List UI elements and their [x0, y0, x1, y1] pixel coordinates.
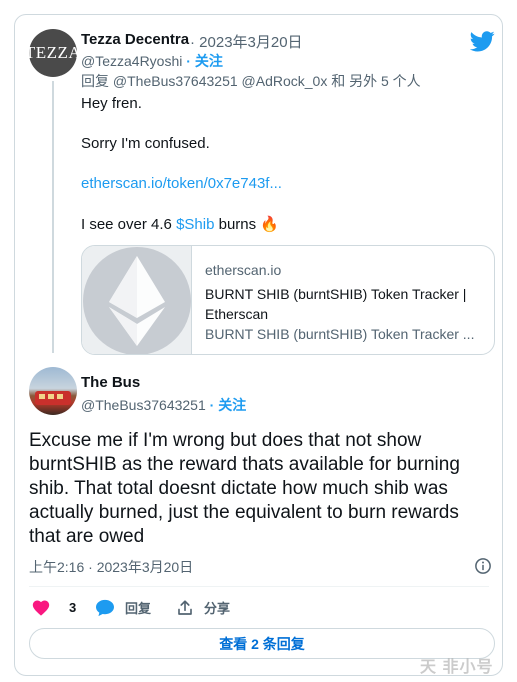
tezza-text-greeting: Hey fren.	[81, 95, 142, 112]
info-icon[interactable]	[474, 557, 492, 575]
twitter-bird-icon[interactable]	[470, 31, 495, 52]
burns-suffix: burns	[214, 216, 257, 233]
thread-connector-line	[52, 81, 54, 353]
main-tweet-text: Excuse me if I'm wrong but does that not…	[29, 430, 460, 547]
ethereum-logo-icon	[82, 247, 191, 354]
link-preview-description: BURNT SHIB (burntSHIB) Token Tracker ...	[205, 326, 475, 342]
link-preview-image	[82, 246, 192, 354]
actions-divider	[29, 586, 489, 587]
thebus-handle[interactable]: @TheBus37643251	[81, 397, 206, 413]
shib-cashtag-link[interactable]: $Shib	[176, 216, 214, 233]
replying-to-line: 回复 @TheBus37643251 @AdRock_0x 和 另外 5 个人	[81, 73, 421, 89]
link-preview-card[interactable]: etherscan.io BURNT SHIB (burntSHIB) Toke…	[81, 245, 495, 355]
heart-icon	[32, 600, 50, 616]
tezza-follow-link[interactable]: · 关注	[186, 53, 223, 69]
thebus-display-name[interactable]: The Bus	[81, 374, 140, 391]
etherscan-link[interactable]: etherscan.io/token/0x7e743f...	[81, 175, 282, 192]
link-preview-title: BURNT SHIB (burntSHIB) Token Tracker | E…	[205, 286, 467, 322]
tezza-text-confused: Sorry I'm confused.	[81, 135, 210, 152]
tezza-handle[interactable]: @Tezza4Ryoshi	[81, 53, 182, 69]
burns-prefix: I see over 4.6	[81, 216, 177, 233]
share-button[interactable]: 分享	[176, 598, 230, 617]
reply-label: 回复	[125, 601, 152, 616]
tezza-avatar[interactable]: TEZZA	[25, 29, 81, 77]
tezza-display-name[interactable]: Tezza Decentra	[81, 31, 189, 48]
tezza-tweet-date[interactable]: · 2023年3月20日	[190, 31, 303, 52]
share-icon	[178, 599, 192, 615]
watermark-logo: 天 非小号	[420, 659, 494, 676]
like-button[interactable]: 3	[31, 598, 76, 616]
like-count: 3	[69, 599, 77, 615]
speech-bubble-icon	[96, 599, 114, 616]
thebus-avatar[interactable]	[29, 367, 77, 415]
link-preview-domain: etherscan.io	[205, 262, 282, 278]
reply-button[interactable]: 回复	[95, 598, 151, 617]
tweet-timestamp[interactable]: 上午2:16 · 2023年3月20日	[29, 557, 193, 577]
fire-emoji: 🔥	[260, 216, 279, 233]
tezza-handle-line: @Tezza4Ryoshi · 关注	[81, 51, 223, 71]
tezza-text-burns: I see over 4.6 $Shib burns 🔥	[81, 215, 279, 233]
share-label: 分享	[204, 601, 231, 616]
thebus-follow-link[interactable]: · 关注	[210, 397, 247, 413]
thebus-handle-line: @TheBus37643251 · 关注	[81, 395, 246, 415]
